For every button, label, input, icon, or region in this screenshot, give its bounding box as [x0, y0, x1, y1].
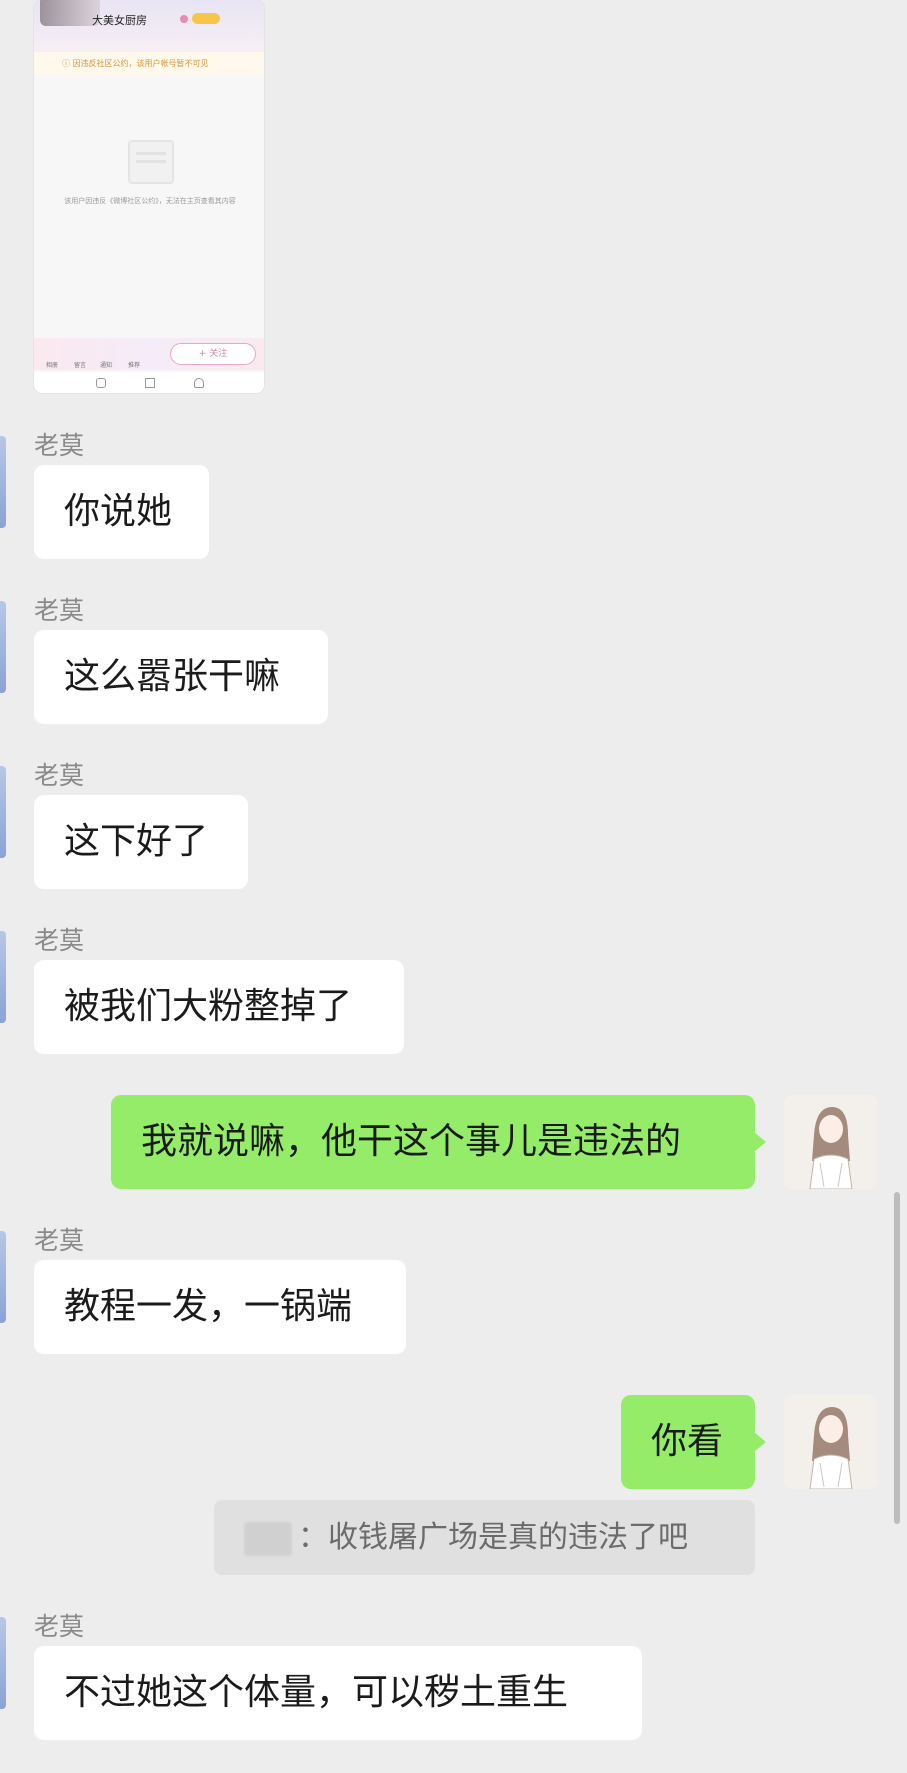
tab-album: 相册 — [46, 362, 59, 369]
redacted-name — [244, 1521, 292, 1556]
tab-messages: 留言 — [74, 362, 87, 369]
back-nav-icon — [96, 378, 106, 388]
sender-name: 老莫 — [34, 596, 85, 625]
sender-name: 老莫 — [34, 1226, 85, 1255]
message-bubble[interactable]: 这么嚣张干嘛 — [34, 630, 328, 724]
girl-portrait-icon — [784, 1395, 878, 1489]
quoted-message-text: ：收钱屠广场是真的违法了吧 — [298, 1520, 688, 1555]
empty-box-icon — [128, 140, 174, 184]
profile-cover-photo — [40, 0, 100, 26]
my-message-bubble[interactable]: 我就说嘛，他干这个事儿是违法的 — [111, 1095, 766, 1189]
sender-avatar-edge[interactable] — [0, 436, 6, 528]
message-bubble[interactable]: 被我们大粉整掉了 — [34, 960, 404, 1054]
sender-avatar-edge[interactable] — [0, 931, 6, 1023]
sender-avatar-edge[interactable] — [0, 1231, 6, 1323]
account-warning-banner: ⓘ 因违反社区公约，该用户帐号暂不可见 — [34, 52, 264, 76]
tab-notifications: 通知 — [100, 362, 113, 369]
sender-avatar-edge[interactable] — [0, 601, 6, 693]
message-bubble[interactable]: 你说她 — [34, 465, 209, 559]
sender-name: 老莫 — [34, 761, 85, 790]
girl-portrait-icon — [784, 1095, 878, 1189]
profile-name: 大美女厨房 — [92, 14, 147, 27]
sender-name: 老莫 — [34, 1612, 85, 1641]
recent-nav-icon — [194, 378, 204, 388]
vip-badge-icon — [192, 13, 220, 24]
home-nav-icon — [145, 378, 155, 388]
quoted-message[interactable]: ：收钱屠广场是真的违法了吧 — [214, 1500, 755, 1575]
message-bubble[interactable]: 教程一发，一锅端 — [34, 1260, 406, 1354]
scrollbar[interactable] — [894, 1192, 900, 1524]
tab-recommend: 推荐 — [128, 362, 141, 369]
shared-screenshot-image[interactable]: 大美女厨房 ⓘ 因违反社区公约，该用户帐号暂不可见 该用户因违反《微博社区公约》… — [34, 0, 264, 393]
sender-name: 老莫 — [34, 926, 85, 955]
follow-button: + 关注 — [170, 343, 256, 365]
verified-badge-icon — [180, 15, 188, 23]
message-bubble[interactable]: 这下好了 — [34, 795, 248, 889]
my-avatar[interactable] — [784, 1395, 878, 1489]
sender-avatar-edge[interactable] — [0, 1617, 6, 1709]
my-message-bubble[interactable]: 你看 — [621, 1395, 766, 1489]
my-avatar[interactable] — [784, 1095, 878, 1189]
sender-name: 老莫 — [34, 431, 85, 460]
message-bubble[interactable]: 不过她这个体量，可以秽土重生 — [34, 1646, 642, 1740]
empty-state-note: 该用户因违反《微博社区公约》，无法在主页查看其内容 — [64, 197, 236, 205]
sender-avatar-edge[interactable] — [0, 766, 6, 858]
